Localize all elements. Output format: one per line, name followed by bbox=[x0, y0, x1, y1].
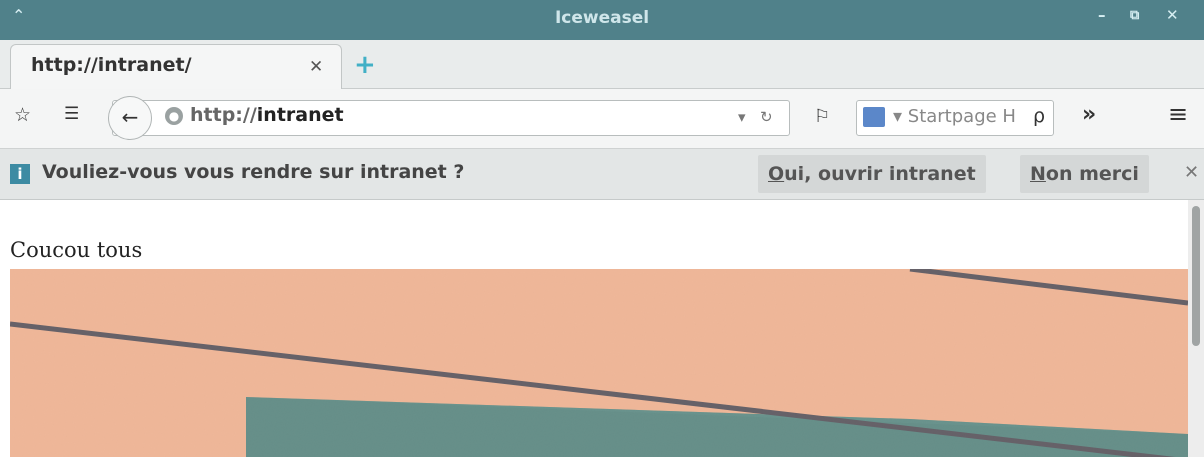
accept-accesskey: O bbox=[768, 163, 785, 185]
accept-label: ui, ouvrir intranet bbox=[784, 163, 976, 185]
vertical-scrollbar[interactable] bbox=[1188, 200, 1204, 457]
tab-strip: http://intranet/ ✕ bbox=[0, 40, 1204, 89]
url-host: intranet bbox=[256, 104, 344, 126]
url-text[interactable]: http://intranet bbox=[190, 104, 344, 126]
decline-label: on merci bbox=[1045, 163, 1139, 185]
no-thanks-button[interactable]: Non merci bbox=[1020, 155, 1149, 193]
close-icon[interactable]: ✕ bbox=[1166, 6, 1179, 24]
tab-label: http://intranet/ bbox=[31, 54, 192, 76]
minimize-icon[interactable]: – bbox=[1098, 6, 1106, 24]
info-icon: i bbox=[10, 164, 30, 184]
new-tab-icon[interactable]: + bbox=[354, 50, 376, 80]
page-text: Coucou tous bbox=[10, 238, 143, 262]
reload-icon[interactable]: ↻ bbox=[760, 108, 773, 126]
page-content: Coucou tous bbox=[0, 200, 1204, 457]
search-bar[interactable]: ▾ Startpage H ρ bbox=[856, 100, 1054, 136]
back-button[interactable]: ← bbox=[108, 96, 152, 140]
scrollbar-thumb[interactable] bbox=[1192, 206, 1200, 346]
close-icon[interactable]: ✕ bbox=[1184, 162, 1199, 183]
bookmark-star-icon[interactable]: ☆ bbox=[14, 104, 31, 126]
overflow-chevron-icon[interactable]: » bbox=[1082, 102, 1096, 127]
hamburger-menu-icon[interactable]: ≡ bbox=[1168, 100, 1188, 128]
arrow-left-icon: ← bbox=[121, 105, 139, 129]
tab-intranet[interactable]: http://intranet/ ✕ bbox=[10, 44, 342, 89]
tab-close-icon[interactable]: ✕ bbox=[309, 57, 323, 77]
notification-message: Vouliez-vous vous rendre sur intranet ? bbox=[42, 161, 465, 183]
decline-accesskey: N bbox=[1030, 163, 1046, 185]
reader-list-icon[interactable]: ☰ bbox=[64, 104, 79, 124]
search-input[interactable]: ▾ Startpage H bbox=[893, 106, 1016, 127]
search-engine-icon[interactable] bbox=[863, 107, 885, 127]
photo-grain bbox=[10, 269, 1188, 457]
window-titlebar: ⌃ Iceweasel – ⧉ ✕ bbox=[0, 0, 1204, 40]
open-intranet-button[interactable]: Oui, ouvrir intranet bbox=[758, 155, 986, 193]
notification-bar: i Vouliez-vous vous rendre sur intranet … bbox=[0, 149, 1204, 200]
page-image bbox=[10, 269, 1188, 457]
search-placeholder: Startpage H bbox=[907, 106, 1016, 127]
globe-icon: ● bbox=[165, 107, 183, 125]
lightbulb-icon[interactable]: ⚐ bbox=[814, 106, 830, 127]
window-title: Iceweasel bbox=[554, 8, 650, 28]
search-icon[interactable]: ρ bbox=[1033, 105, 1045, 127]
restore-icon[interactable]: ⧉ bbox=[1130, 8, 1139, 23]
url-protocol: http:// bbox=[190, 104, 257, 126]
photo-graphic bbox=[10, 269, 1188, 457]
url-dropdown-icon[interactable]: ▾ bbox=[738, 108, 746, 126]
